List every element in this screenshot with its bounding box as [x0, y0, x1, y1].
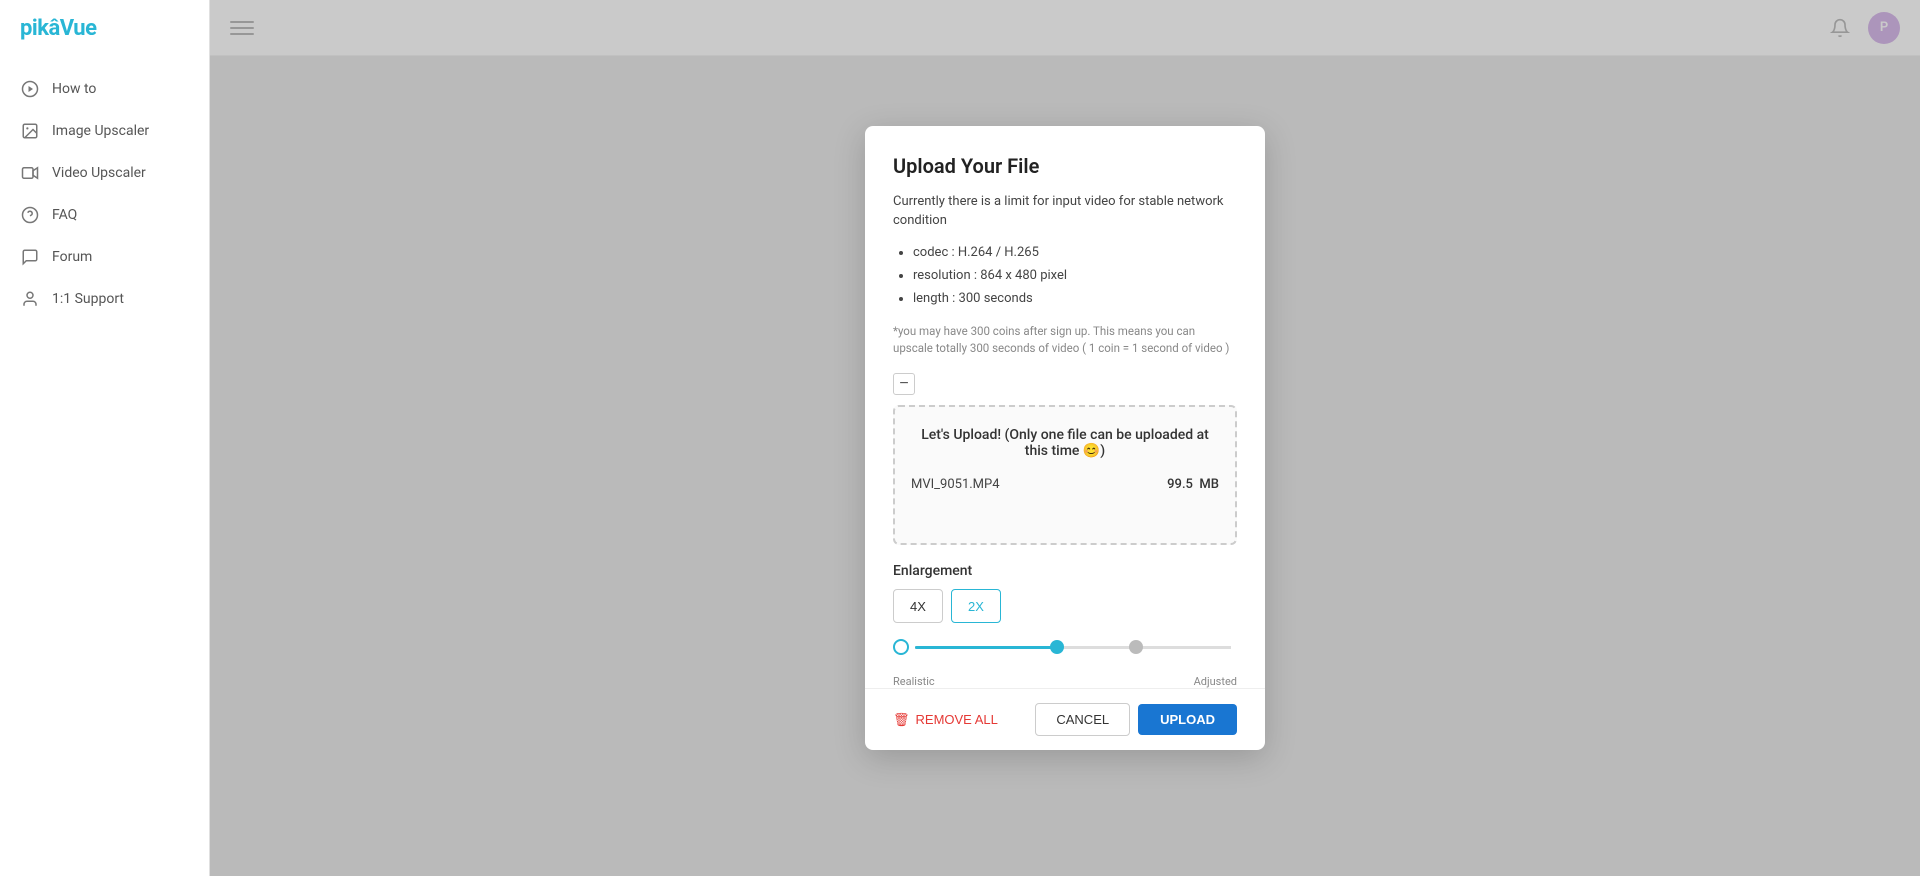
sidebar-label-forum: Forum — [52, 249, 92, 265]
sidebar-label-image-upscaler: Image Upscaler — [52, 123, 149, 139]
slider-container — [893, 639, 1237, 671]
slider-left-label: Realistic — [893, 675, 935, 688]
collapse-button[interactable]: − — [893, 373, 915, 395]
trash-icon: 🗑 — [893, 712, 910, 728]
upload-zone-title: Let's Upload! (Only one file can be uplo… — [911, 427, 1219, 459]
limit-resolution: resolution : 864 x 480 pixel — [913, 264, 1237, 287]
sidebar-item-video-upscaler[interactable]: Video Upscaler — [0, 153, 209, 193]
sidebar-item-image-upscaler[interactable]: Image Upscaler — [0, 111, 209, 151]
remove-all-button[interactable]: 🗑 REMOVE ALL — [893, 712, 998, 728]
enlargement-label: Enlargement — [893, 563, 1237, 579]
play-circle-icon — [20, 79, 40, 99]
cancel-button[interactable]: CANCEL — [1035, 703, 1130, 736]
main-content: P Upload Your File Currently there is a … — [210, 0, 1920, 876]
logo-text: pikâVue — [20, 16, 97, 41]
modal-footer: 🗑 REMOVE ALL CANCEL UPLOAD — [865, 688, 1265, 750]
help-circle-icon — [20, 205, 40, 225]
modal-limits-list: codec : H.264 / H.265 resolution : 864 x… — [893, 241, 1237, 311]
upload-button[interactable]: UPLOAD — [1138, 704, 1237, 735]
modal-overlay: Upload Your File Currently there is a li… — [210, 0, 1920, 876]
sidebar-label-faq: FAQ — [52, 207, 77, 223]
file-row: MVI_9051.MP4 99.5 MB — [911, 477, 1219, 492]
sidebar-item-forum[interactable]: Forum — [0, 237, 209, 277]
sidebar-item-support[interactable]: 1:1 Support — [0, 279, 209, 319]
enlarge-2x-button[interactable]: 2X — [951, 589, 1001, 623]
sidebar-nav: How to Image Upscaler Video Upscaler — [0, 57, 209, 331]
file-size: 99.5 MB — [1167, 477, 1219, 492]
limit-length: length : 300 seconds — [913, 287, 1237, 310]
sidebar-label-support: 1:1 Support — [52, 291, 124, 307]
enlarge-4x-button[interactable]: 4X — [893, 589, 943, 623]
video-icon — [20, 163, 40, 183]
sidebar-item-faq[interactable]: FAQ — [0, 195, 209, 235]
enlargement-options: 4X 2X — [893, 589, 1237, 623]
modal-description: Currently there is a limit for input vid… — [893, 192, 1237, 231]
logo: pikâVue — [0, 0, 209, 57]
message-square-icon — [20, 247, 40, 267]
upload-modal: Upload Your File Currently there is a li… — [865, 126, 1265, 751]
file-name: MVI_9051.MP4 — [911, 477, 1000, 492]
slider-radio[interactable] — [893, 639, 909, 655]
modal-note: *you may have 300 coins after sign up. T… — [893, 323, 1237, 358]
upload-dropzone[interactable]: Let's Upload! (Only one file can be uplo… — [893, 405, 1237, 545]
modal-title: Upload Your File — [893, 154, 1237, 178]
sidebar-item-how-to[interactable]: How to — [0, 69, 209, 109]
sidebar-label-how-to: How to — [52, 81, 96, 97]
limit-codec: codec : H.264 / H.265 — [913, 241, 1237, 264]
slider-labels: Realistic Adjusted — [893, 671, 1237, 688]
slider-track[interactable] — [915, 646, 1231, 649]
sidebar: pikâVue How to Image Upscaler — [0, 0, 210, 876]
slider-right-label: Adjusted — [1194, 675, 1237, 688]
sidebar-label-video-upscaler: Video Upscaler — [52, 165, 146, 181]
user-icon — [20, 289, 40, 309]
remove-all-label: REMOVE ALL — [916, 712, 998, 727]
image-icon — [20, 121, 40, 141]
